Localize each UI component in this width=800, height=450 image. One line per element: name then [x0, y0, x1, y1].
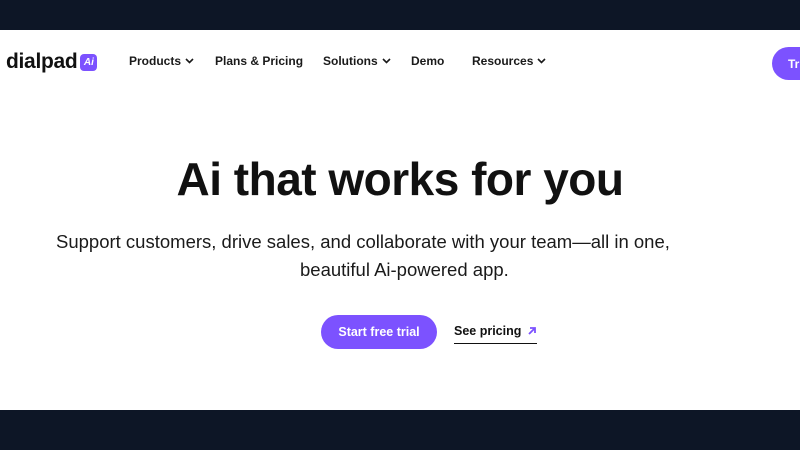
dialpad-logo[interactable]: dialpad Ai [6, 50, 98, 74]
webpage: dialpad Ai Products Plans & Pricing Solu… [0, 30, 800, 410]
start-free-trial-label: Start free trial [338, 325, 420, 339]
chevron-down-icon [382, 58, 391, 64]
chevron-down-icon [185, 58, 194, 64]
nav-item-resources[interactable]: Resources [472, 54, 546, 68]
nav-item-label: Resources [472, 54, 534, 68]
see-pricing-label: See pricing [454, 323, 522, 338]
window-frame-top [0, 0, 800, 30]
nav-item-label: Demo [411, 54, 445, 68]
top-navigation: dialpad Ai Products Plans & Pricing Solu… [0, 30, 800, 94]
hero-subtitle: Support customers, drive sales, and coll… [56, 228, 800, 284]
nav-item-demo[interactable]: Demo [411, 54, 444, 68]
nav-item-label: Solutions [323, 54, 378, 68]
hero-subtitle-line-1: Support customers, drive sales, and coll… [56, 231, 670, 252]
window-frame-bottom [0, 410, 800, 450]
nav-item-label: Plans & Pricing [215, 54, 304, 68]
arrow-up-right-icon [527, 326, 537, 336]
hero-title: Ai that works for you [176, 153, 624, 205]
header-trial-button[interactable]: Tr [772, 47, 800, 80]
logo-wordmark: dialpad [6, 50, 78, 73]
chevron-down-icon [537, 58, 546, 64]
nav-item-plans-pricing[interactable]: Plans & Pricing [215, 54, 303, 68]
nav-item-solutions[interactable]: Solutions [323, 54, 391, 68]
logo-ai-badge: Ai [80, 53, 98, 71]
nav-item-products[interactable]: Products [129, 54, 194, 68]
nav-item-label: Products [129, 54, 182, 68]
hero-subtitle-line-2: beautiful Ai-powered app. [300, 259, 509, 280]
see-pricing-link[interactable]: See pricing [454, 322, 538, 344]
start-free-trial-button[interactable]: Start free trial [321, 315, 437, 349]
header-trial-button-label: Tr [788, 56, 800, 71]
